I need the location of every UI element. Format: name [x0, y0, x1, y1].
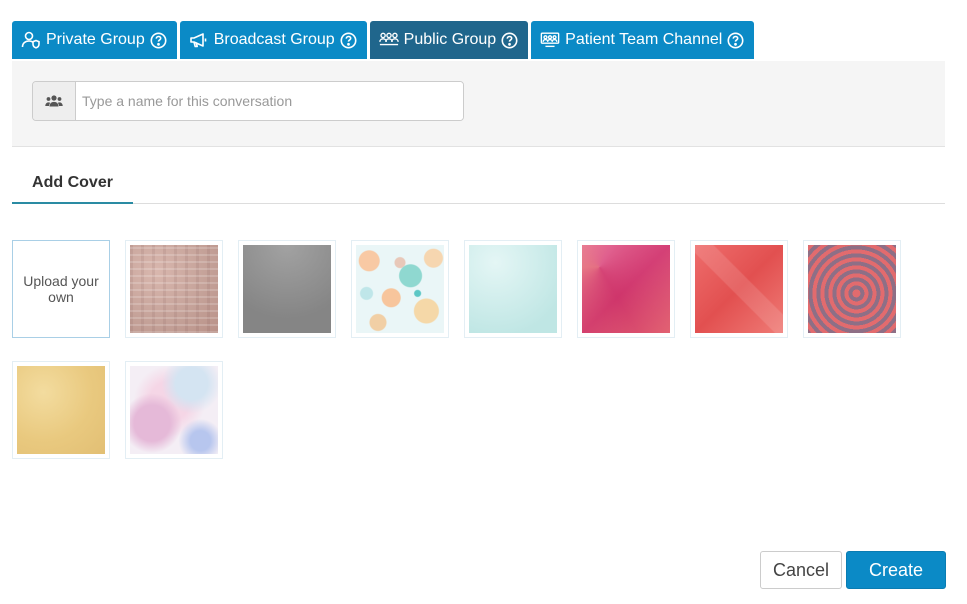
cover-image	[130, 366, 218, 454]
cover-option-mint-gradient[interactable]	[464, 240, 562, 338]
group-type-tabs: Private Group Broadcast Group Public Gro…	[12, 21, 755, 59]
help-icon[interactable]	[150, 32, 167, 49]
help-icon[interactable]	[727, 32, 744, 49]
cover-image	[808, 245, 896, 333]
cover-option-pastel-circles[interactable]	[351, 240, 449, 338]
create-button[interactable]: Create	[846, 551, 946, 589]
tab-label: Patient Team Channel	[565, 31, 723, 48]
upload-cover-button[interactable]: Upload your own	[12, 240, 110, 338]
cover-image	[582, 245, 670, 333]
tab-label: Public Group	[403, 31, 497, 48]
conversation-name-group	[32, 81, 464, 121]
megaphone-icon	[189, 31, 209, 49]
cover-image	[695, 245, 783, 333]
public-group-icon	[378, 31, 399, 49]
conversation-name-panel	[12, 61, 945, 147]
tab-add-cover[interactable]: Add Cover	[12, 164, 133, 204]
users-icon	[33, 82, 76, 120]
cover-option-red-spiral[interactable]	[803, 240, 901, 338]
private-group-icon	[21, 31, 41, 49]
conversation-name-input[interactable]	[76, 82, 463, 120]
cover-image	[17, 366, 105, 454]
cover-image	[130, 245, 218, 333]
team-channel-icon	[540, 31, 560, 49]
cover-option-pink-brick[interactable]	[125, 240, 223, 338]
cover-option-red-geometric[interactable]	[690, 240, 788, 338]
tab-label: Broadcast Group	[213, 31, 335, 48]
tab-label: Private Group	[46, 31, 145, 48]
tab-public-group[interactable]: Public Group	[369, 21, 529, 59]
cover-option-gold-foil[interactable]	[12, 361, 110, 459]
cover-option-pastel-watercolor[interactable]	[125, 361, 223, 459]
cover-option-pink-hexagons[interactable]	[577, 240, 675, 338]
tab-private-group[interactable]: Private Group	[12, 21, 177, 59]
cover-image	[469, 245, 557, 333]
upload-cover-label: Upload your own	[23, 273, 99, 305]
cancel-button[interactable]: Cancel	[760, 551, 842, 589]
tab-patient-team-channel[interactable]: Patient Team Channel	[531, 21, 755, 59]
tab-broadcast-group[interactable]: Broadcast Group	[179, 21, 367, 59]
cover-option-gray-gradient[interactable]	[238, 240, 336, 338]
help-icon[interactable]	[501, 32, 518, 49]
cover-image	[356, 245, 444, 333]
cover-section-tabs: Add Cover	[12, 164, 945, 204]
help-icon[interactable]	[340, 32, 357, 49]
cover-image	[243, 245, 331, 333]
